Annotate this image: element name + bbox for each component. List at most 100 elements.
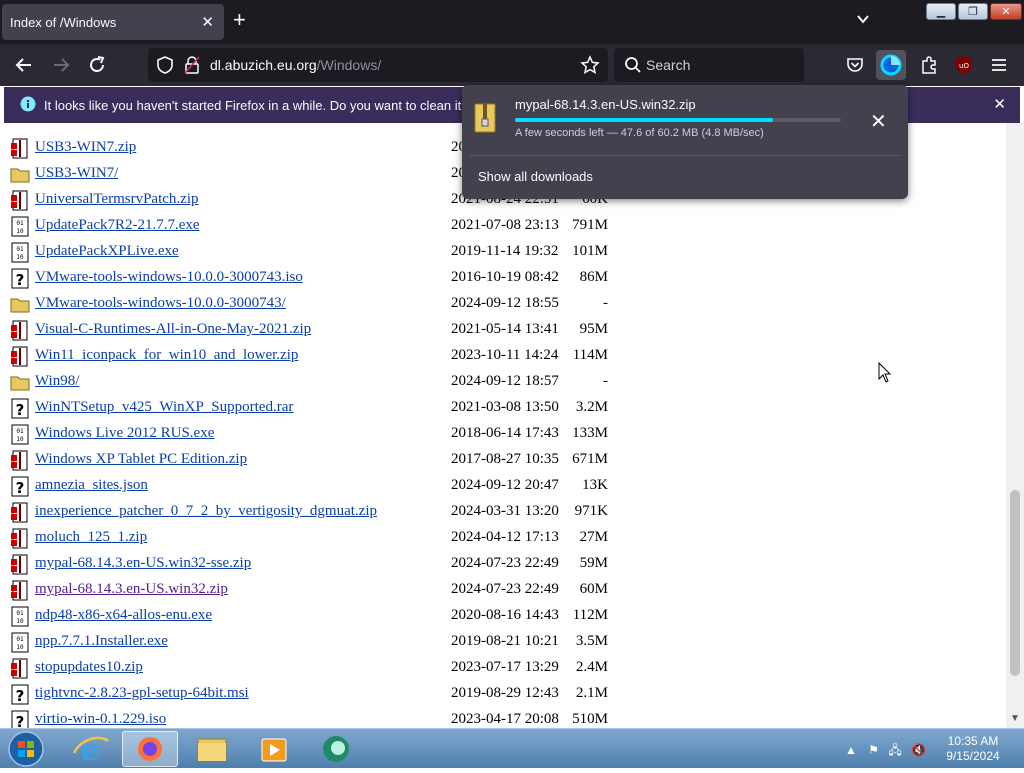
listing-row: ? tightvnc-2.8.23-gpl-setup-64bit.msi 2019… — [0, 681, 1000, 707]
scroll-down-arrow-icon[interactable]: ▼ — [1010, 713, 1020, 724]
volume-muted-icon[interactable]: 🔇 — [911, 743, 926, 757]
address-bar[interactable]: dl.abuzich.eu.org/Windows/ — [148, 48, 608, 82]
compressed-file-icon[interactable] — [10, 320, 30, 341]
network-icon[interactable]: 🖧 — [888, 743, 901, 757]
tracking-protection-shield-icon[interactable] — [156, 56, 174, 79]
listing-row: mypal-68.14.3.en-US.win32.zip 2024-07-23 … — [0, 577, 1000, 603]
file-link[interactable]: stopupdates10.zip — [35, 659, 143, 676]
folder-icon[interactable] — [10, 164, 30, 185]
forward-icon[interactable] — [50, 54, 72, 76]
file-link[interactable]: USB3-WIN7/ — [35, 165, 118, 182]
file-explorer-icon[interactable] — [184, 731, 240, 767]
file-size: 95M — [579, 321, 608, 337]
svg-text:01: 01 — [16, 610, 24, 617]
window-close-button[interactable]: ✕ — [990, 3, 1022, 20]
unknown-file-icon[interactable]: ? — [10, 684, 30, 705]
scrollbar-thumb[interactable] — [1010, 490, 1020, 676]
folder-icon[interactable] — [10, 294, 30, 315]
compressed-file-icon[interactable] — [10, 502, 30, 523]
tab-close-icon[interactable]: ✕ — [201, 13, 214, 31]
tab-strip: Index of /Windows ✕ + ▁ ❐ ✕ — [0, 0, 1024, 44]
file-link[interactable]: Win98/ — [35, 373, 79, 390]
unknown-file-icon[interactable]: ? — [10, 398, 30, 419]
compressed-file-icon[interactable] — [10, 138, 30, 159]
file-link[interactable]: tightvnc-2.8.23-gpl-setup-64bit.msi — [35, 685, 249, 702]
file-link[interactable]: Windows Live 2012 RUS.exe — [35, 425, 214, 442]
unknown-file-icon[interactable]: ? — [10, 476, 30, 497]
file-link[interactable]: UpdatePackXPLive.exe — [35, 243, 179, 260]
hamburger-menu-icon[interactable] — [990, 56, 1008, 79]
file-link[interactable]: mypal-68.14.3.en-US.win32-sse.zip — [35, 555, 251, 572]
extensions-puzzle-icon[interactable] — [919, 55, 939, 80]
svg-text:01: 01 — [16, 220, 24, 227]
unknown-file-icon[interactable]: ? — [10, 710, 30, 728]
binary-file-icon[interactable]: 01 10 — [10, 632, 30, 653]
compressed-file-icon[interactable] — [10, 658, 30, 679]
binary-file-icon[interactable]: 01 10 — [10, 424, 30, 445]
file-link[interactable]: amnezia_sites.json — [35, 477, 148, 494]
show-all-downloads-button[interactable]: Show all downloads — [478, 169, 593, 184]
cancel-download-icon[interactable]: ✕ — [870, 109, 887, 134]
file-link[interactable]: Windows XP Tablet PC Edition.zip — [35, 451, 247, 468]
new-tab-icon[interactable]: + — [233, 9, 246, 31]
file-link[interactable]: ndp48-x86-x64-allos-enu.exe — [35, 607, 212, 624]
file-link[interactable]: moluch_125_1.zip — [35, 529, 147, 546]
pocket-icon[interactable] — [846, 56, 864, 79]
binary-file-icon[interactable]: 01 10 — [10, 606, 30, 627]
file-link[interactable]: Win11_iconpack_for_win10_and_lower.zip — [35, 347, 298, 364]
svg-text:?: ? — [16, 401, 25, 419]
show-hidden-icons-arrow-icon[interactable]: ▲ — [845, 743, 857, 757]
binary-file-icon[interactable]: 01 10 — [10, 242, 30, 263]
file-link[interactable]: virtio-win-0.1.229.iso — [35, 711, 166, 728]
file-link[interactable]: mypal-68.14.3.en-US.win32.zip — [35, 581, 228, 598]
window-restore-button[interactable]: ❐ — [958, 3, 988, 20]
back-icon[interactable] — [13, 54, 35, 76]
file-link[interactable]: WinNTSetup_v425_WinXP_Supported.rar — [35, 399, 293, 416]
svg-text:10: 10 — [16, 618, 24, 625]
media-player-icon[interactable] — [246, 731, 302, 767]
file-modified-date: 2024-09-12 18:57 — [451, 373, 559, 389]
notification-close-icon[interactable]: ✕ — [993, 95, 1006, 113]
tab-title: Index of /Windows — [10, 15, 117, 30]
listing-row: ? amnezia_sites.json 2024-09-12 20:47 13K — [0, 473, 1000, 499]
info-icon — [20, 96, 36, 115]
action-center-flag-icon[interactable]: ⚑ — [868, 743, 879, 757]
binary-file-icon[interactable]: 01 10 — [10, 216, 30, 237]
compressed-file-icon[interactable] — [10, 580, 30, 601]
compressed-file-icon[interactable] — [10, 346, 30, 367]
firefox-taskbar-icon[interactable] — [122, 731, 178, 767]
search-icon — [624, 56, 642, 79]
file-link[interactable]: npp.7.7.1.Installer.exe — [35, 633, 168, 650]
vertical-scrollbar[interactable]: ▼ — [1006, 123, 1024, 728]
file-link[interactable]: UniversalTermsrvPatch.zip — [35, 191, 198, 208]
file-link[interactable]: UpdatePack7R2-21.7.7.exe — [35, 217, 200, 234]
compressed-file-icon[interactable] — [10, 554, 30, 575]
file-size: 13K — [582, 477, 608, 493]
window-minimize-button[interactable]: ▁ — [926, 3, 956, 20]
download-filename[interactable]: mypal-68.14.3.en-US.win32.zip — [515, 97, 696, 112]
file-link[interactable]: Visual-C-Runtimes-All-in-One-May-2021.zi… — [35, 321, 311, 338]
unknown-file-icon[interactable]: ? — [10, 268, 30, 289]
compressed-file-icon[interactable] — [10, 190, 30, 211]
file-link[interactable]: inexperience_patcher_0_7_2_by_vertigosit… — [35, 503, 377, 520]
search-bar[interactable]: Search — [614, 48, 804, 82]
ublock-origin-icon[interactable]: uO — [954, 55, 974, 80]
taskbar-clock[interactable]: 10:35 AM 9/15/2024 — [940, 734, 1006, 764]
folder-icon[interactable] — [10, 372, 30, 393]
bookmark-star-icon[interactable] — [580, 55, 600, 80]
start-button-icon[interactable] — [6, 730, 46, 773]
internet-explorer-icon[interactable]: e — [62, 731, 118, 768]
file-link[interactable]: VMware-tools-windows-10.0.0-3000743.iso — [35, 269, 303, 286]
insecure-lock-icon[interactable] — [184, 56, 200, 79]
mypal-browser-icon[interactable] — [308, 731, 364, 767]
reload-icon[interactable] — [86, 54, 108, 76]
list-all-tabs-icon[interactable] — [855, 11, 871, 32]
compressed-file-icon[interactable] — [10, 528, 30, 549]
file-link[interactable]: VMware-tools-windows-10.0.0-3000743/ — [35, 295, 286, 312]
tab-index-windows[interactable]: Index of /Windows ✕ — [2, 4, 224, 40]
downloads-panel: mypal-68.14.3.en-US.win32.zip A few seco… — [462, 85, 908, 199]
downloads-button[interactable] — [876, 50, 906, 80]
compressed-file-icon[interactable] — [10, 450, 30, 471]
system-tray: ▲ ⚑ 🖧 🔇 — [845, 741, 926, 762]
file-link[interactable]: USB3-WIN7.zip — [35, 139, 136, 156]
